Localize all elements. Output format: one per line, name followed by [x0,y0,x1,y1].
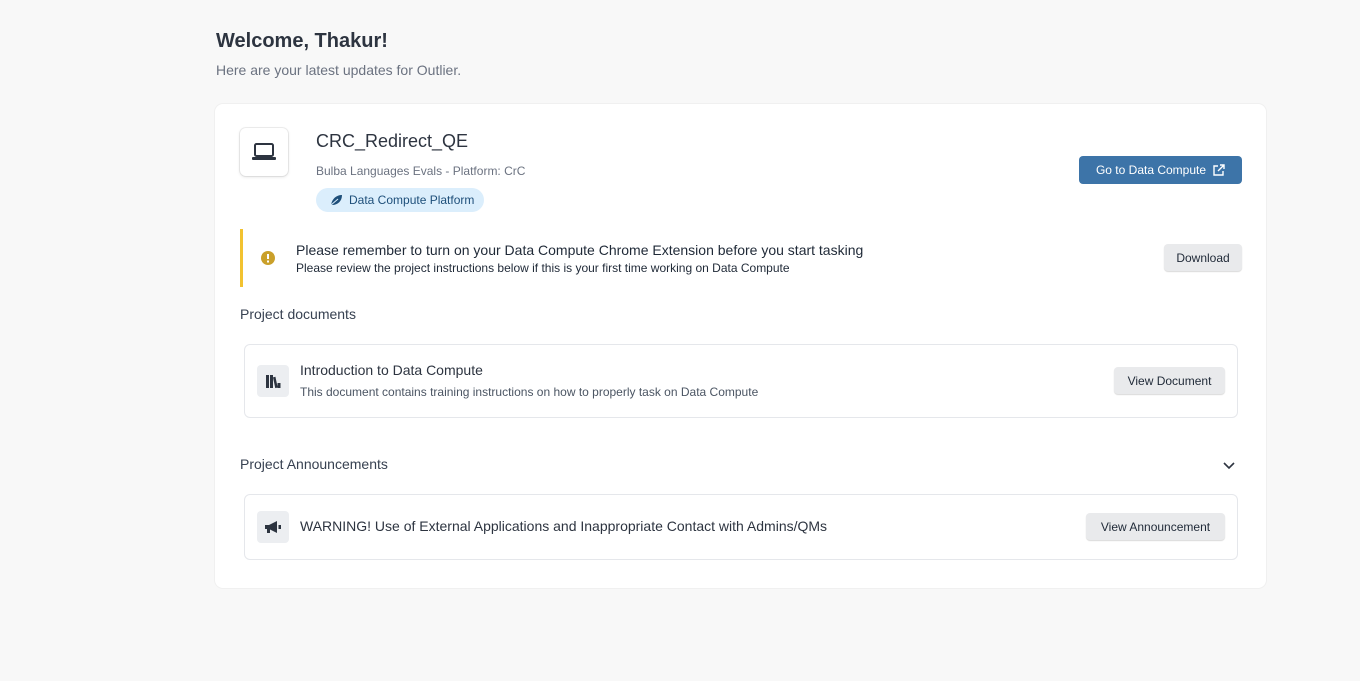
platform-badge: Data Compute Platform [316,188,485,212]
announcement-title[interactable]: WARNING! Use of External Applications an… [300,518,827,534]
project-subtitle: Bulba Languages Evals - Platform: CrC [316,164,526,178]
warning-circle-icon [261,251,275,265]
document-title[interactable]: Introduction to Data Compute [300,362,483,378]
project-announcements-heading: Project Announcements [240,456,388,472]
laptop-icon [252,143,276,160]
project-title: CRC_Redirect_QE [316,131,469,151]
external-link-icon [1213,163,1225,176]
page-title: Welcome, Thakur! [216,30,388,52]
document-item [244,344,1238,418]
go-to-data-compute-button[interactable]: Go to Data Compute [1079,156,1242,184]
notice-subtitle: Please review the project instructions b… [296,261,790,275]
notice-title: Please remember to turn on your Data Com… [296,242,864,258]
view-announcement-button[interactable]: View Announcement [1086,513,1225,540]
project-icon-box [240,128,288,176]
page-subtitle: Here are your latest updates for Outlier… [216,62,462,78]
megaphone-icon [265,521,281,533]
document-description: This document contains training instruct… [300,385,759,399]
document-icon-box [257,365,289,397]
leaf-icon [330,195,342,206]
books-icon [266,374,281,388]
project-documents-heading: Project documents [240,306,356,322]
go-button-label: Go to Data Compute [1095,163,1207,177]
extension-notice [240,229,1245,287]
view-document-button[interactable]: View Document [1114,367,1225,394]
download-button[interactable]: Download [1164,244,1242,271]
chevron-down-icon[interactable] [1222,458,1236,472]
platform-badge-label: Data Compute Platform [349,193,475,207]
announcement-icon-box [257,511,289,543]
